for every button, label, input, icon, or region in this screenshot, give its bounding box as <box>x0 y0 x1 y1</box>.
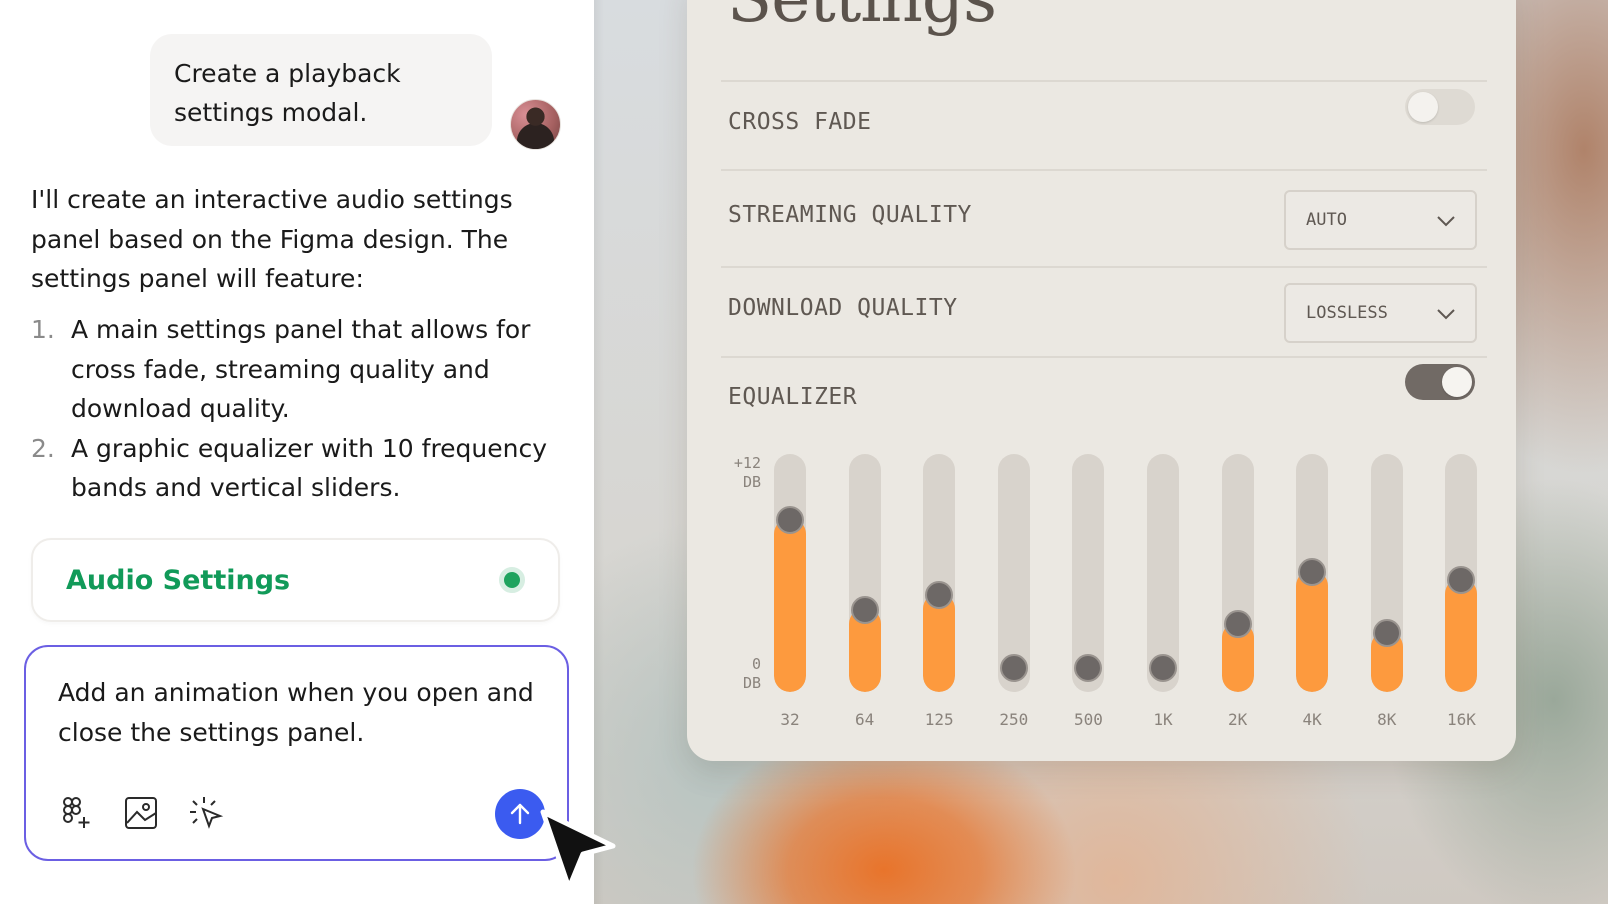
eq-slider-track[interactable] <box>774 454 806 692</box>
list-item: 2. A graphic equalizer with 10 frequency… <box>31 429 571 508</box>
composer-input[interactable]: Add an animation when you open and close… <box>58 673 538 752</box>
user-message-bubble: Create a playback settings modal. <box>150 34 492 146</box>
eq-axis-bottom-value: 0 <box>751 655 761 673</box>
cross-fade-label: CROSS FADE <box>728 109 872 135</box>
list-item-text: A graphic equalizer with 10 frequency ba… <box>71 433 548 503</box>
list-item: 1. A main settings panel that allows for… <box>31 310 571 429</box>
chat-pane: Create a playback settings modal. I'll c… <box>0 0 594 904</box>
eq-axis-top: +12 DB <box>721 454 761 492</box>
assistant-feature-list: 1. A main settings panel that allows for… <box>31 310 571 508</box>
toggle-knob <box>1442 367 1472 397</box>
figma-add-icon[interactable] <box>58 795 94 831</box>
eq-frequency-label: 1K <box>1153 710 1173 729</box>
eq-frequency-label: 125 <box>924 710 954 729</box>
modal-title: Settings <box>727 0 997 34</box>
eq-slider-knob[interactable] <box>999 654 1028 682</box>
eq-frequency-label: 4K <box>1302 710 1322 729</box>
eq-slider-knob[interactable] <box>1447 565 1476 594</box>
row-divider <box>721 356 1487 358</box>
user-avatar[interactable] <box>510 99 561 150</box>
eq-slider-fill <box>1445 577 1478 692</box>
eq-slider-track[interactable] <box>1370 454 1403 692</box>
chevron-down-icon <box>1437 216 1455 227</box>
artifact-title: Audio Settings <box>66 564 291 596</box>
eq-slider-fill <box>774 518 806 692</box>
user-message-text: Create a playback settings modal. <box>174 59 401 127</box>
mouse-cursor-icon <box>540 809 616 891</box>
row-divider <box>721 266 1487 268</box>
row-divider <box>721 169 1487 171</box>
eq-frequency-label: 32 <box>780 710 800 729</box>
settings-modal: Settings CROSS FADE STREAMING QUALITY AU… <box>687 0 1516 761</box>
eq-slider-knob[interactable] <box>1223 609 1252 638</box>
eq-slider-knob[interactable] <box>1298 558 1327 586</box>
eq-slider-knob[interactable] <box>850 596 879 625</box>
download-quality-select[interactable]: LOSSLESS <box>1284 283 1477 343</box>
download-quality-label: DOWNLOAD QUALITY <box>728 295 958 321</box>
equalizer-label: EQUALIZER <box>728 384 858 410</box>
download-quality-value: LOSSLESS <box>1306 303 1388 323</box>
status-dot-icon <box>499 567 525 593</box>
artifact-card-audio-settings[interactable]: Audio Settings <box>31 538 560 622</box>
eq-axis-top-value: +12 <box>733 454 761 472</box>
eq-slider-track[interactable] <box>923 454 956 692</box>
streaming-quality-value: AUTO <box>1306 210 1347 230</box>
eq-frequency-label: 250 <box>999 710 1029 729</box>
eq-slider-track[interactable] <box>1221 454 1254 692</box>
eq-slider-track[interactable] <box>848 454 881 692</box>
eq-axis-top-unit: DB <box>742 473 761 491</box>
image-icon[interactable] <box>123 795 159 831</box>
streaming-quality-select[interactable]: AUTO <box>1284 190 1477 250</box>
toggle-knob <box>1408 92 1438 122</box>
eq-slider-fill <box>1296 570 1329 692</box>
eq-axis-bottom: 0 DB <box>721 655 761 693</box>
cross-fade-toggle[interactable] <box>1405 89 1475 125</box>
eq-frequency-label: 8K <box>1377 710 1397 729</box>
chevron-down-icon <box>1437 309 1455 320</box>
eq-frequency-label: 64 <box>854 710 875 729</box>
list-item-number: 2. <box>31 433 55 463</box>
arrow-up-icon <box>510 803 530 825</box>
list-item-text: A main settings panel that allows for cr… <box>71 315 531 423</box>
row-divider <box>721 80 1487 82</box>
streaming-quality-label: STREAMING QUALITY <box>728 202 972 228</box>
eq-slider-knob[interactable] <box>1149 654 1177 682</box>
pane-divider <box>594 0 604 904</box>
eq-frequency-label: 16K <box>1446 710 1476 729</box>
list-item-number: 1. <box>31 315 55 344</box>
eq-frequency-label: 2K <box>1227 710 1248 729</box>
eq-frequency-label: 500 <box>1073 710 1103 729</box>
message-composer[interactable]: Add an animation when you open and close… <box>24 645 569 861</box>
sparkle-select-icon[interactable] <box>188 795 224 831</box>
eq-slider-knob[interactable] <box>776 506 804 535</box>
eq-axis-bottom-unit: DB <box>742 674 761 692</box>
equalizer-toggle[interactable] <box>1405 364 1475 400</box>
assistant-intro-text: I'll create an interactive audio setting… <box>31 185 513 293</box>
